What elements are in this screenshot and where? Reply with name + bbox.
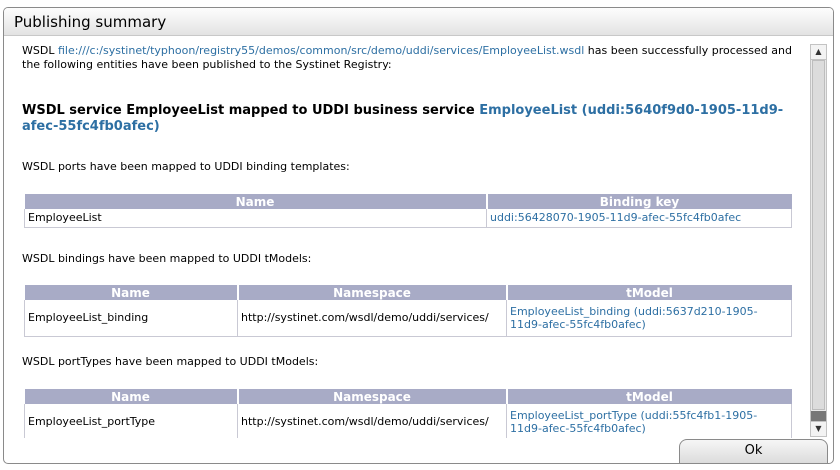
porttypes-caption: WSDL portTypes have been mapped to UDDI …	[22, 355, 319, 368]
vertical-scrollbar[interactable]: ▲ ▼	[810, 44, 827, 437]
intro-prefix: WSDL	[22, 44, 58, 57]
publishing-summary-dialog: Publishing summary WSDL file:///c:/systi…	[3, 7, 834, 464]
bindings-table: Name Namespace tModel EmployeeList_bindi…	[24, 285, 792, 337]
ports-header-name: Name	[24, 194, 488, 209]
porttypes-header-tmodel: tModel	[506, 389, 792, 404]
service-heading-prefix: WSDL service EmployeeList mapped to UDDI…	[22, 103, 480, 118]
bindings-caption: WSDL bindings have been mapped to UDDI t…	[22, 252, 312, 265]
wsdl-file-link[interactable]: file:///c:/systinet/typhoon/registry55/d…	[58, 44, 584, 57]
porttype-tmodel-link[interactable]: EmployeeList_portType (uddi:55fc4fb1-190…	[510, 409, 757, 435]
scrollbar-thumb[interactable]	[812, 60, 825, 410]
porttype-namespace-cell: http://systinet.com/wsdl/demo/uddi/servi…	[237, 404, 507, 438]
intro-text: WSDL file:///c:/systinet/typhoon/registr…	[22, 44, 792, 72]
ports-header-binding-key: Binding key	[486, 194, 792, 209]
binding-key-link[interactable]: uddi:56428070-1905-11d9-afec-55fc4fb0afe…	[490, 211, 741, 224]
dialog-titlebar: Publishing summary	[4, 8, 833, 36]
porttypes-table: Name Namespace tModel EmployeeList_portT…	[24, 389, 792, 438]
ports-caption: WSDL ports have been mapped to UDDI bind…	[22, 160, 350, 173]
bindings-header-namespace: Namespace	[237, 285, 508, 300]
binding-tmodel-link[interactable]: EmployeeList_binding (uddi:5637d210-1905…	[510, 305, 758, 331]
dialog-title: Publishing summary	[14, 13, 167, 31]
ok-button-tab: Ok	[679, 439, 828, 463]
table-row: EmployeeList_binding http://systinet.com…	[24, 300, 792, 337]
bindings-header-tmodel: tModel	[506, 285, 792, 300]
binding-namespace-cell: http://systinet.com/wsdl/demo/uddi/servi…	[237, 300, 507, 337]
porttypes-header-name: Name	[24, 389, 239, 404]
ok-button[interactable]: Ok	[680, 440, 827, 462]
binding-name-cell: EmployeeList_binding	[24, 300, 238, 337]
scroll-down-icon[interactable]: ▼	[811, 421, 826, 436]
porttypes-header-namespace: Namespace	[237, 389, 508, 404]
table-row: EmployeeList_portType http://systinet.co…	[24, 404, 792, 438]
dialog-content: WSDL file:///c:/systinet/typhoon/registr…	[4, 36, 803, 438]
service-heading: WSDL service EmployeeList mapped to UDDI…	[22, 103, 792, 135]
port-name-cell: EmployeeList	[24, 209, 487, 228]
scroll-up-icon[interactable]: ▲	[811, 45, 826, 60]
bindings-header-name: Name	[24, 285, 239, 300]
table-row: EmployeeList uddi:56428070-1905-11d9-afe…	[24, 209, 792, 228]
ports-table: Name Binding key EmployeeList uddi:56428…	[24, 194, 792, 228]
porttype-name-cell: EmployeeList_portType	[24, 404, 238, 438]
